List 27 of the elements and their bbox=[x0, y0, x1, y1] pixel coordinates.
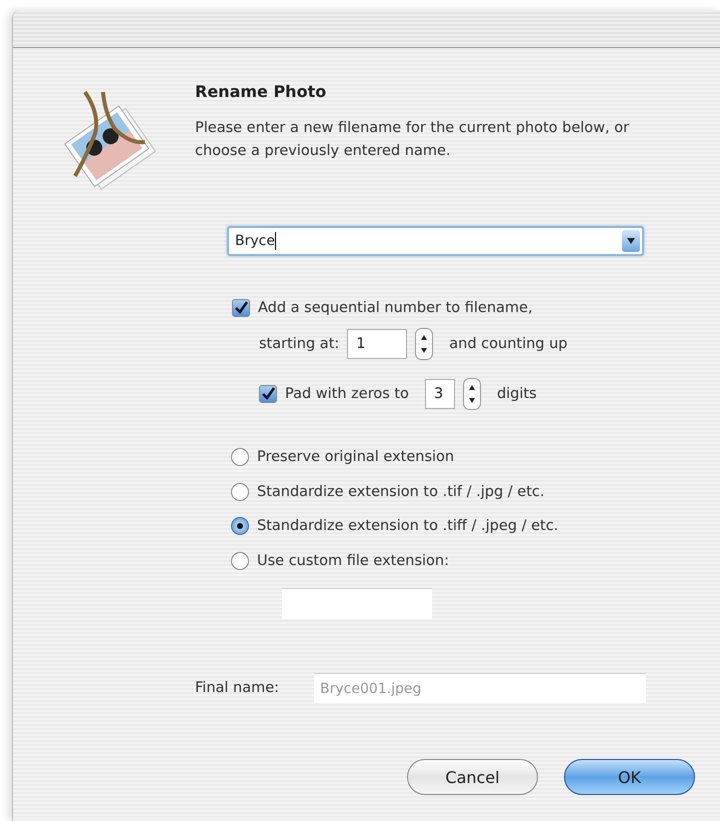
dialog-title: Rename Photo bbox=[195, 82, 328, 101]
final-name-field: Bryce001.jpeg bbox=[314, 673, 646, 703]
filename-combo-box[interactable]: Bryce bbox=[227, 226, 644, 256]
pad-zeros-checkbox[interactable] bbox=[259, 385, 277, 403]
custom-extension-field[interactable] bbox=[282, 588, 432, 619]
checkbox-label: Add a sequential number to filename, bbox=[258, 300, 533, 316]
digits-field[interactable]: 3 bbox=[424, 379, 455, 409]
radio-button[interactable] bbox=[231, 552, 249, 570]
radio-button[interactable] bbox=[231, 482, 249, 501]
field-label: starting at: bbox=[259, 336, 340, 352]
radio-label: Use custom file extension: bbox=[257, 552, 449, 569]
suffix-label: and counting up bbox=[449, 336, 568, 352]
radio-button[interactable] bbox=[231, 448, 249, 466]
dialog-message: Please enter a new filename for the current photo below, or choose a previously entered name. bbox=[195, 119, 630, 161]
field-label: Final name: bbox=[195, 680, 280, 696]
suffix-label: digits bbox=[496, 386, 537, 402]
stepper-icon[interactable] bbox=[462, 378, 481, 410]
cancel-button[interactable]: Cancel bbox=[407, 759, 538, 795]
ok-button[interactable]: OK bbox=[564, 759, 695, 795]
radio-button[interactable] bbox=[231, 517, 249, 536]
radio-label: Standardize extension to .tiff / .jpeg / etc. bbox=[257, 518, 558, 534]
checkbox-label: Pad with zeros to bbox=[285, 386, 409, 402]
sequential-checkbox[interactable] bbox=[232, 299, 250, 317]
radio-label: Standardize extension to .tif / .jpg / etc. bbox=[257, 484, 544, 500]
radio-label: Preserve original extension bbox=[257, 449, 454, 466]
start-number-field[interactable]: 1 bbox=[347, 329, 408, 359]
stepper-icon[interactable] bbox=[415, 328, 434, 360]
